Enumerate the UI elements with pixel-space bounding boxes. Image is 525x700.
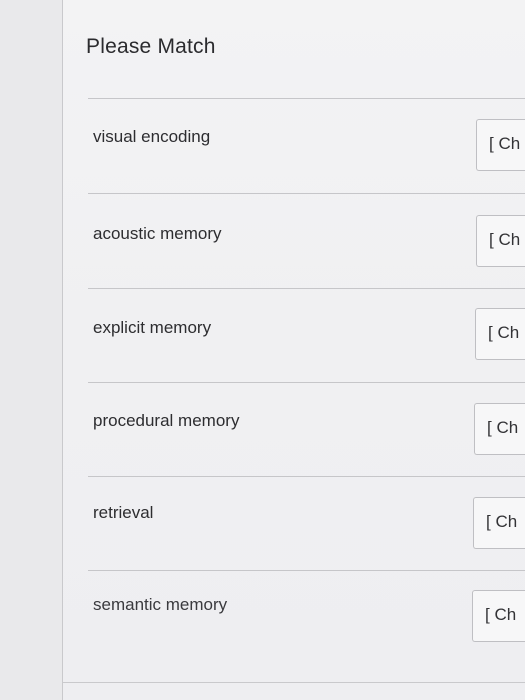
choice-select-visual-encoding[interactable]: [ Ch — [476, 119, 525, 171]
term-visual-encoding: visual encoding — [93, 127, 211, 146]
choice-select-placeholder: [ Ch — [487, 418, 519, 437]
choice-select-procedural-memory[interactable]: [ Ch — [474, 403, 525, 455]
term-procedural-memory: procedural memory — [93, 411, 240, 430]
question-title: Please Match — [86, 35, 216, 58]
row-divider — [88, 382, 525, 383]
choice-select-retrieval[interactable]: [ Ch — [473, 497, 525, 549]
panel-bottom-border — [62, 682, 525, 683]
choice-select-explicit-memory[interactable]: [ Ch — [475, 308, 525, 360]
choice-select-placeholder: [ Ch — [489, 134, 521, 153]
choice-select-placeholder: [ Ch — [486, 512, 518, 531]
choice-select-semantic-memory[interactable]: [ Ch — [472, 590, 525, 642]
row-divider — [88, 288, 525, 289]
row-divider — [88, 476, 525, 477]
choice-select-acoustic-memory[interactable]: [ Ch — [476, 215, 525, 267]
choice-select-placeholder: [ Ch — [485, 605, 517, 624]
left-margin — [0, 0, 62, 700]
term-acoustic-memory: acoustic memory — [93, 224, 222, 243]
term-explicit-memory: explicit memory — [93, 318, 212, 337]
term-semantic-memory: semantic memory — [93, 595, 228, 614]
choice-select-placeholder: [ Ch — [489, 230, 521, 249]
choice-select-placeholder: [ Ch — [488, 323, 520, 342]
term-retrieval: retrieval — [93, 503, 154, 522]
row-divider — [88, 570, 525, 571]
title-divider — [88, 98, 525, 99]
row-divider — [88, 193, 525, 194]
